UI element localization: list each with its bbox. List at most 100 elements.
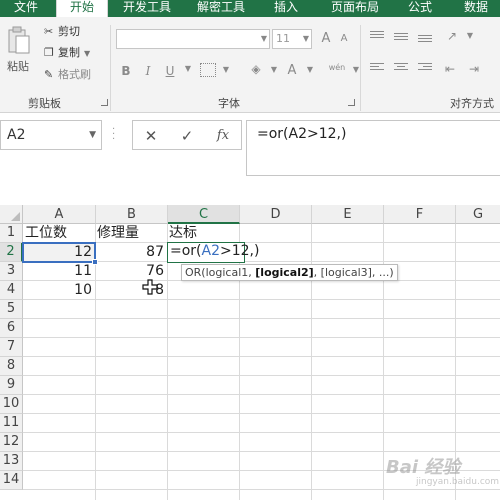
column-header-b[interactable]: B	[96, 205, 168, 224]
select-all-button[interactable]	[0, 205, 23, 224]
clipboard-launcher-icon[interactable]	[101, 99, 108, 106]
cut-button[interactable]: ✂ 剪切	[44, 24, 80, 40]
cancel-button[interactable]: ✕	[141, 127, 161, 145]
top-align-icon[interactable]	[370, 31, 384, 42]
format-painter-label: 格式刷	[58, 68, 91, 81]
chevron-down-icon[interactable]: ▼	[218, 65, 234, 74]
hint-current-argument[interactable]: [logical2]	[255, 266, 313, 279]
column-header-d[interactable]: D	[240, 205, 312, 224]
format-painter-button[interactable]: ✎ 格式刷	[44, 67, 91, 83]
paste-icon[interactable]	[7, 26, 31, 56]
cursor-icon	[142, 279, 158, 295]
border-icon[interactable]	[200, 63, 216, 77]
formula-input[interactable]: =or(A2>12,)	[246, 120, 500, 176]
column-header-f[interactable]: F	[384, 205, 456, 224]
row-header-13[interactable]: 13	[0, 452, 23, 471]
row-header-4[interactable]: 4	[0, 281, 23, 300]
copy-icon: ❐	[44, 46, 54, 59]
cell-a1[interactable]: 工位数	[23, 224, 95, 243]
decrease-indent-icon[interactable]: ⇤	[442, 62, 458, 76]
align-left-icon[interactable]	[370, 63, 384, 74]
ribbon-tab-strip: 文件 开始 开发工具 解密工具 插入 页面布局 公式 数据	[0, 0, 500, 18]
cell-b1[interactable]: 修理量	[95, 224, 167, 243]
name-box[interactable]: A2 ▼	[0, 120, 102, 150]
align-right-icon[interactable]	[418, 63, 432, 74]
chevron-down-icon[interactable]: ▼	[348, 65, 364, 74]
row-header-11[interactable]: 11	[0, 414, 23, 433]
increase-indent-icon[interactable]: ⇥	[466, 62, 482, 76]
editor-suffix: >12,)	[220, 243, 260, 259]
grip-dots-icon[interactable]: · · ·	[112, 125, 116, 145]
orientation-icon[interactable]: ↗	[444, 29, 460, 43]
copy-button[interactable]: ❐ 复制 ▼	[44, 45, 90, 61]
tab-home[interactable]: 开始	[56, 0, 108, 18]
tab-data[interactable]: 数据	[452, 0, 500, 17]
scissors-icon: ✂	[44, 25, 54, 38]
bottom-align-icon[interactable]	[418, 35, 432, 46]
underline-button[interactable]: U	[162, 64, 178, 78]
tab-formulas[interactable]: 公式	[396, 0, 444, 17]
excel-window: 文件 开始 开发工具 解密工具 插入 页面布局 公式 数据 粘贴 ✂ 剪切 ❐ 复制…	[0, 0, 500, 500]
tab-file[interactable]: 文件	[0, 0, 52, 17]
paste-label[interactable]: 粘贴	[7, 58, 29, 74]
align-center-icon[interactable]	[394, 63, 408, 74]
font-launcher-icon[interactable]	[348, 99, 355, 106]
row-header-1[interactable]: 1	[0, 224, 23, 243]
cell-c1[interactable]: 达标	[167, 224, 239, 243]
font-color-button[interactable]: A	[284, 63, 300, 78]
row-header-6[interactable]: 6	[0, 319, 23, 338]
cell-b2[interactable]: 87	[95, 243, 167, 262]
cell-c2-editor[interactable]: =or(A2>12,)	[167, 242, 259, 263]
hint-function[interactable]: OR(logical1,	[185, 266, 255, 279]
fill-color-icon[interactable]: ◈	[248, 62, 264, 76]
cell-a3[interactable]: 11	[23, 262, 95, 281]
middle-align-icon[interactable]	[394, 33, 408, 44]
tab-insert[interactable]: 插入	[262, 0, 310, 17]
gridline	[167, 224, 168, 500]
font-name-combo[interactable]: ▼	[116, 29, 270, 49]
function-hint-tooltip: OR(logical1, [logical2], [logical3], ...…	[181, 264, 398, 281]
alignment-group-label: 对齐方式	[450, 97, 494, 110]
chevron-down-icon[interactable]: ▼	[462, 31, 478, 40]
cut-label: 剪切	[58, 25, 80, 38]
row-header-2[interactable]: 2	[0, 243, 23, 262]
column-header-e[interactable]: E	[312, 205, 384, 224]
ribbon-home: 粘贴 ✂ 剪切 ❐ 复制 ▼ ✎ 格式刷 剪贴板 ▼ 11 ▼ A A B I U ▼ …	[0, 17, 500, 113]
hint-rest: , [logical3], ...)	[313, 266, 394, 279]
chevron-down-icon[interactable]: ▼	[180, 64, 196, 73]
enter-button[interactable]: ✓	[177, 127, 197, 145]
column-header-g[interactable]: G	[456, 205, 500, 224]
chevron-down-icon: ▼	[89, 130, 96, 140]
row-header-8[interactable]: 8	[0, 357, 23, 376]
bold-button[interactable]: B	[118, 64, 134, 78]
insert-function-button[interactable]: fx	[213, 127, 233, 145]
group-divider	[360, 25, 361, 111]
phonetic-button[interactable]: wén	[326, 63, 348, 72]
grow-font-icon[interactable]: A	[318, 31, 334, 46]
chevron-down-icon[interactable]: ▼	[266, 65, 282, 74]
row-header-3[interactable]: 3	[0, 262, 23, 281]
cell-a4[interactable]: 10	[23, 281, 95, 300]
watermark-logo: Bai 经验 jingyan.baidu.com	[386, 451, 499, 491]
row-header-7[interactable]: 7	[0, 338, 23, 357]
row-header-12[interactable]: 12	[0, 433, 23, 452]
chevron-down-icon: ▼	[260, 34, 267, 43]
row-header-9[interactable]: 9	[0, 376, 23, 395]
tab-decrypt[interactable]: 解密工具	[186, 0, 256, 17]
tab-developer[interactable]: 开发工具	[112, 0, 182, 17]
chevron-down-icon[interactable]: ▼	[302, 65, 318, 74]
font-size-combo[interactable]: 11 ▼	[272, 29, 312, 49]
paintbrush-icon: ✎	[44, 68, 54, 81]
column-header-c[interactable]: C	[168, 205, 240, 224]
column-header-a[interactable]: A	[23, 205, 96, 224]
reference-highlight	[22, 242, 98, 265]
shrink-font-icon[interactable]: A	[336, 33, 352, 44]
fill-handle[interactable]	[92, 259, 98, 265]
row-header-10[interactable]: 10	[0, 395, 23, 414]
chevron-down-icon: ▼	[302, 34, 309, 43]
italic-button[interactable]: I	[140, 64, 156, 78]
tab-page-layout[interactable]: 页面布局	[318, 0, 392, 17]
font-size-value: 11	[276, 32, 290, 45]
row-header-5[interactable]: 5	[0, 300, 23, 319]
row-header-14[interactable]: 14	[0, 471, 23, 490]
